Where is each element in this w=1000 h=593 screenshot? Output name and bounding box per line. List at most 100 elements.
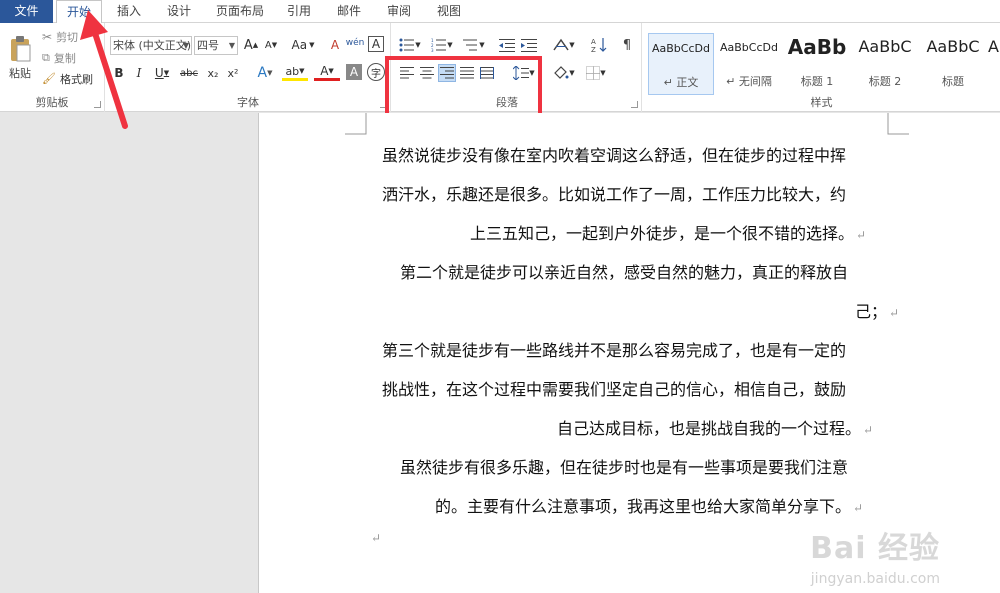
tab-home[interactable]: 开始 bbox=[56, 0, 102, 24]
borders-icon bbox=[586, 66, 601, 80]
document-line: 挑战性，在这个过程中需要我们坚定自己的信心，相信自己，鼓励 bbox=[382, 380, 848, 401]
shrink-font-button[interactable]: A ▼ bbox=[262, 36, 280, 54]
copy-label: 复制 bbox=[53, 51, 76, 65]
decrease-indent-button[interactable] bbox=[498, 36, 516, 54]
subscript-button[interactable]: x₂ bbox=[204, 64, 222, 82]
style-no-spacing[interactable]: AaBbCcDd ↵ 无间隔 bbox=[716, 33, 782, 95]
watermark-url: jingyan.baidu.com bbox=[810, 571, 940, 587]
style-sample: AaBbCcDd bbox=[652, 42, 710, 55]
chinese-layout-icon bbox=[553, 38, 569, 51]
font-color-button[interactable]: A ▼ bbox=[314, 64, 340, 81]
font-size-dropdown[interactable]: 四号 ▼ bbox=[194, 36, 238, 55]
text-effects-button[interactable]: A ▼ bbox=[252, 64, 278, 82]
shading-button[interactable]: ▼ bbox=[550, 64, 578, 82]
show-hide-marks-button[interactable]: ¶ bbox=[618, 36, 636, 54]
clipboard-group-label: 剪贴板 bbox=[35, 96, 69, 109]
increase-indent-button[interactable] bbox=[520, 36, 538, 54]
style-normal[interactable]: AaBbCcDd ↵ 正文 bbox=[648, 33, 714, 95]
document-line: 的。主要有什么注意事项，我再这里也给大家简单分享下。 ↵ bbox=[435, 497, 863, 518]
shrink-font-icon: A bbox=[264, 39, 272, 51]
subscript-icon: x₂ bbox=[207, 66, 219, 80]
svg-text:3: 3 bbox=[431, 48, 434, 52]
strikethrough-button[interactable]: abc bbox=[178, 64, 200, 82]
strikethrough-icon: abc bbox=[180, 67, 198, 79]
enclose-characters-button[interactable]: 字 bbox=[367, 63, 385, 81]
clear-formatting-button[interactable]: A bbox=[326, 36, 344, 54]
document-line: ↵ bbox=[369, 527, 381, 548]
borders-button[interactable]: ▼ bbox=[582, 64, 610, 82]
paragraph-mark-icon: ↵ bbox=[889, 306, 900, 320]
line-text: 自己达成目标，也是挑战自我的一个过程。 bbox=[557, 419, 862, 438]
tab-mailings[interactable]: 邮件 bbox=[330, 0, 368, 23]
paragraph-mark-icon: ↵ bbox=[371, 531, 382, 545]
style-name: 标题 2 bbox=[868, 75, 902, 88]
format-painter-label: 格式刷 bbox=[59, 72, 93, 86]
document-line: 自己达成目标，也是挑战自我的一个过程。 ↵ bbox=[557, 419, 873, 440]
tab-file[interactable]: 文件 bbox=[0, 0, 53, 23]
style-name: 标题 bbox=[942, 75, 964, 88]
tab-page-layout[interactable]: 页面布局 bbox=[211, 0, 269, 23]
font-name-value: 宋体 (中文正文) bbox=[113, 39, 192, 52]
numbering-icon: 123 bbox=[431, 38, 447, 52]
clipboard-launcher-icon[interactable] bbox=[94, 101, 101, 108]
style-heading-1[interactable]: AaBb 标题 1 bbox=[784, 33, 850, 95]
document-line: 第二个就是徒步可以亲近自然，感受自然的魅力，真正的释放自 bbox=[400, 263, 850, 284]
style-heading-2[interactable]: AaBbC 标题 2 bbox=[852, 33, 918, 95]
cut-button[interactable]: ✂ 剪切 bbox=[42, 28, 102, 45]
character-shading-icon: A bbox=[349, 65, 359, 79]
tab-view[interactable]: 视图 bbox=[430, 0, 468, 23]
line-text: 虽然说徒步没有像在室内吹着空调这么舒适，但在徒步的过程中挥 bbox=[382, 146, 847, 165]
line-text: 第三个就是徒步有一些路线并不是那么容易完成了，也是有一定的 bbox=[382, 341, 847, 360]
paragraph-launcher-icon[interactable] bbox=[631, 101, 638, 108]
chinese-layout-button[interactable]: ▼ bbox=[550, 36, 578, 54]
format-painter-button[interactable]: 🖌 格式刷 bbox=[42, 70, 102, 87]
document-line: 虽然说徒步没有像在室内吹着空调这么舒适，但在徒步的过程中挥 bbox=[382, 146, 848, 167]
underline-button[interactable]: U ▼ bbox=[150, 64, 174, 82]
highlight-color-button[interactable]: ab ▼ bbox=[282, 64, 308, 81]
font-name-dropdown[interactable]: 宋体 (中文正文) ▼ bbox=[110, 36, 192, 55]
phonetic-guide-button[interactable]: wén bbox=[346, 34, 365, 52]
clear-formatting-icon: A bbox=[330, 38, 340, 52]
style-name: 标题 1 bbox=[800, 75, 834, 88]
style-title[interactable]: AaBbC 标题 bbox=[920, 33, 986, 95]
numbering-button[interactable]: 1 2 3 ▼ bbox=[428, 36, 456, 54]
document-line: 洒汗水，乐趣还是很多。比如说工作了一周，工作压力比较大，约 bbox=[382, 185, 848, 206]
tab-references[interactable]: 引用 bbox=[280, 0, 318, 23]
character-border-icon: A bbox=[371, 37, 381, 51]
style-subtitle[interactable]: A bbox=[988, 33, 1000, 95]
crop-mark-top-right-icon bbox=[887, 113, 909, 135]
bullets-button[interactable]: ▼ bbox=[396, 36, 424, 54]
multilevel-list-button[interactable]: ▼ bbox=[460, 36, 488, 54]
change-case-icon: Aa bbox=[291, 38, 308, 52]
font-group-label: 字体 bbox=[237, 96, 259, 109]
sort-icon: AZ bbox=[591, 38, 607, 53]
italic-icon: I bbox=[136, 66, 142, 80]
tab-review[interactable]: 审阅 bbox=[380, 0, 418, 23]
character-border-button[interactable]: A bbox=[368, 36, 384, 52]
grow-font-button[interactable]: A ▲ bbox=[242, 36, 260, 54]
tab-design[interactable]: 设计 bbox=[160, 0, 198, 23]
crop-mark-top-left-icon bbox=[345, 113, 367, 135]
watermark-brand: Bai 经验 bbox=[810, 531, 940, 566]
paste-button[interactable]: 粘贴 bbox=[4, 29, 36, 87]
paragraph-mark-icon: ↵ bbox=[856, 228, 867, 242]
document-page[interactable]: 虽然说徒步没有像在室内吹着空调这么舒适，但在徒步的过程中挥 洒汗水，乐趣还是很多… bbox=[258, 113, 1000, 593]
scissors-icon: ✂ bbox=[42, 29, 53, 44]
document-line: 虽然徒步有很多乐趣，但在徒步时也是有一些事项是要我们注意 bbox=[400, 458, 850, 479]
line-text: 己； bbox=[855, 302, 888, 321]
bold-icon: B bbox=[114, 66, 124, 80]
superscript-button[interactable]: x² bbox=[224, 64, 242, 82]
sort-button[interactable]: AZ bbox=[590, 36, 608, 54]
line-text: 虽然徒步有很多乐趣，但在徒步时也是有一些事项是要我们注意 bbox=[400, 458, 849, 477]
font-color-icon: A bbox=[320, 64, 329, 78]
italic-button[interactable]: I bbox=[130, 64, 148, 82]
tab-insert[interactable]: 插入 bbox=[110, 0, 148, 23]
character-shading-button[interactable]: A bbox=[346, 64, 362, 80]
copy-button[interactable]: ⧉ 复制 bbox=[42, 49, 102, 66]
bold-button[interactable]: B bbox=[110, 64, 128, 82]
change-case-button[interactable]: Aa ▼ bbox=[288, 36, 318, 54]
styles-group: AaBbCcDd ↵ 正文 AaBbCcDd ↵ 无间隔 AaBb 标题 1 A… bbox=[643, 23, 1000, 112]
style-sample: AaBbC bbox=[858, 37, 912, 56]
decrease-indent-icon bbox=[499, 39, 515, 52]
alignment-highlight-box bbox=[385, 56, 542, 117]
